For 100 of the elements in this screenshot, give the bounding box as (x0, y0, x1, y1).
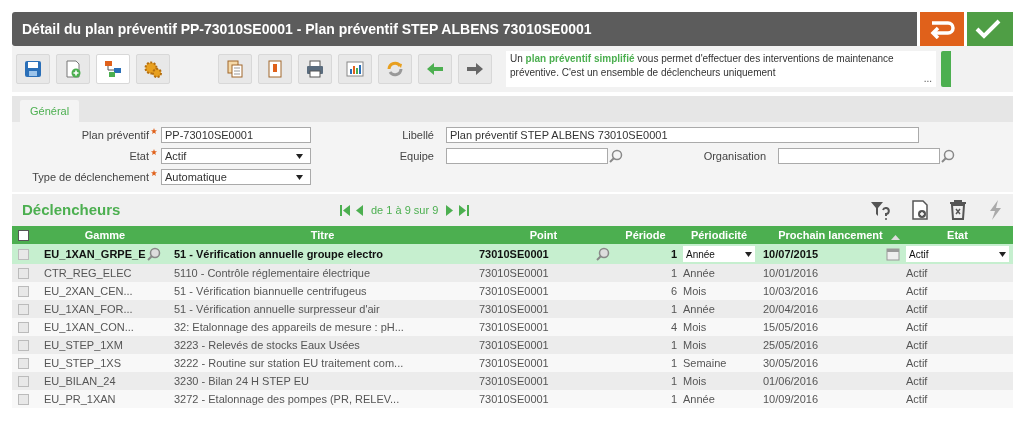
previous-page-icon[interactable] (354, 204, 364, 216)
table-cell-text: 73010SE0001 (479, 373, 549, 389)
table-cell-text: EU_PR_1XAN (44, 391, 116, 407)
table-cell-text: 1 (669, 301, 677, 317)
pagination-text: de 1 à 9 sur 9 (371, 202, 439, 218)
table-cell-text: Actif (906, 319, 928, 335)
field-label: Type de déclenchement (32, 169, 149, 185)
table-cell-text: 1 (669, 265, 677, 281)
input-field[interactable]: Plan préventif STEP ALBENS 73010SE0001 (446, 127, 919, 143)
checkbox[interactable] (18, 268, 29, 280)
checkbox[interactable] (18, 340, 29, 352)
dropdown[interactable]: Actif (906, 246, 1009, 262)
table-cell-text: 73010SE0001 (479, 319, 549, 335)
return-arrow-icon (929, 19, 955, 39)
table-cell-text: 73010SE0001 (479, 301, 549, 317)
table-cell-text: 32: Etalonnage des appareils de mesure : pH... (174, 319, 404, 335)
new-button[interactable] (56, 54, 90, 84)
search-icon[interactable] (941, 149, 955, 163)
table-cell-text: 10/09/2016 (763, 391, 819, 407)
back-button[interactable] (920, 12, 964, 46)
table-cell-text: 73010SE0001 (479, 246, 549, 262)
checkbox[interactable] (18, 358, 29, 370)
input-field[interactable] (446, 148, 608, 164)
dropdown[interactable]: Actif (161, 148, 311, 164)
input-field[interactable] (778, 148, 940, 164)
table-cell-text: 10/03/2016 (763, 283, 819, 299)
gears-icon (143, 59, 163, 79)
copy-button[interactable] (218, 54, 252, 84)
table-cell-text: EU_1XAN_GRPE_E (44, 246, 146, 262)
chart-button[interactable] (338, 54, 372, 84)
table-cell-text: EU_1XAN_CON... (44, 319, 134, 335)
table-cell-text: 1 (669, 355, 677, 371)
print-button[interactable] (298, 54, 332, 84)
field-label: Plan préventif (81, 127, 149, 143)
table-row[interactable]: EU_1XAN_GRPE_E 51 - Vérification annuelle groupe electro 73010SE0001 1 Année 10/07/2015 Actif (12, 244, 1013, 264)
checkbox[interactable] (18, 230, 29, 242)
table-cell-text: Actif (906, 373, 928, 389)
refresh-button[interactable] (378, 54, 412, 84)
calendar-icon[interactable] (886, 247, 900, 261)
table-cell-text: EU_BILAN_24 (44, 373, 116, 389)
document-button[interactable] (258, 54, 292, 84)
confirm-button[interactable] (967, 12, 1013, 46)
table-cell-text: 1 (669, 246, 677, 262)
table-row[interactable]: EU_1XAN_CON... 32: Etalonnage des appareils de mesure : pH... 73010SE0001 4 Mois 15/05/2016 Actif (12, 318, 1013, 336)
dropdown[interactable]: Automatique (161, 169, 311, 185)
checkmark-icon (975, 18, 1001, 40)
table-cell-text: EU_2XAN_CEN... (44, 283, 133, 299)
table-cell-text: Actif (906, 391, 928, 407)
dropdown[interactable]: Année (683, 246, 755, 262)
table-cell-text: EU_STEP_1XS (44, 355, 122, 371)
delete-icon[interactable] (949, 199, 967, 221)
document-icon (265, 59, 285, 79)
input-field[interactable]: PP-73010SE0001 (161, 127, 311, 143)
dropdown-caret-icon (296, 174, 303, 180)
table-row[interactable]: EU_STEP_1XS 3222 - Routine sur station EU traitement com... 73010SE0001 1 Semaine 30/05/2016 Actif (12, 354, 1013, 372)
settings-button[interactable] (136, 54, 170, 84)
checkbox[interactable] (18, 304, 29, 316)
lightning-icon[interactable] (987, 199, 1003, 221)
checkbox[interactable] (18, 394, 29, 406)
table-cell-text: 01/06/2016 (763, 373, 819, 389)
field-label: Organisation (703, 148, 766, 164)
table-row[interactable]: EU_2XAN_CEN... 51 - Vérification biannuelle centrifugeus 73010SE0001 6 Mois 10/03/2016 Actif (12, 282, 1013, 300)
save-button[interactable] (16, 54, 50, 84)
table-row[interactable]: CTR_REG_ELEC 5110 - Contrôle réglementaire électrique 73010SE0001 1 Année 10/01/2016 Actif (12, 264, 1013, 282)
hierarchy-button[interactable] (96, 54, 130, 84)
dropdown-caret-icon (745, 251, 752, 257)
table-row[interactable]: EU_BILAN_24 3230 - Bilan 24 H STEP EU 73010SE0001 1 Mois 01/06/2016 Actif (12, 372, 1013, 390)
next-page-icon[interactable] (445, 204, 456, 216)
required-icon (151, 127, 157, 134)
add-icon[interactable] (911, 199, 929, 221)
table-cell-text: 73010SE0001 (479, 265, 549, 281)
dropdown-caret-icon (999, 251, 1006, 257)
table-cell-text: Année (683, 391, 715, 407)
table-cell-text: EU_STEP_1XM (44, 337, 123, 353)
window-title: Détail du plan préventif PP-73010SE0001 - Plan préventif STEP ALBENS 73010SE0001 (12, 12, 917, 46)
table-cell-text: 51 - Vérification biannuelle centrifugeus (174, 283, 367, 299)
next-button[interactable] (458, 54, 492, 84)
table-cell-text: 5110 - Contrôle réglementaire électrique (174, 265, 371, 281)
checkbox[interactable] (18, 286, 29, 298)
table-cell-text: Mois (683, 319, 707, 335)
search-icon[interactable] (609, 149, 623, 163)
checkbox[interactable] (18, 376, 29, 388)
filter-icon[interactable] (869, 199, 891, 221)
table-cell-text: Année (683, 301, 715, 317)
first-page-icon[interactable] (340, 204, 350, 216)
checkbox[interactable] (18, 322, 29, 334)
table-cell-text: 15/05/2016 (763, 319, 819, 335)
table-cell-text: 10/07/2015 (763, 246, 819, 262)
search-icon[interactable] (596, 247, 610, 261)
table-cell-text: 3230 - Bilan 24 H STEP EU (174, 373, 309, 389)
field-label: Equipe (399, 148, 434, 164)
table-row[interactable]: EU_PR_1XAN 3272 - Etalonnage des pompes (PR, RELEV... 73010SE0001 1 Année 10/09/2016 Actif (12, 390, 1013, 408)
table-cell-text: Mois (683, 337, 707, 353)
search-icon[interactable] (146, 247, 161, 261)
checkbox[interactable] (18, 249, 29, 261)
last-page-icon[interactable] (459, 204, 470, 216)
previous-button[interactable] (418, 54, 452, 84)
table-cell-text: 51 - Vérification annuelle groupe electro (174, 246, 384, 262)
more-link[interactable]: ... (923, 71, 932, 86)
table-cell-text: 3272 - Etalonnage des pompes (PR, RELEV... (174, 391, 400, 407)
